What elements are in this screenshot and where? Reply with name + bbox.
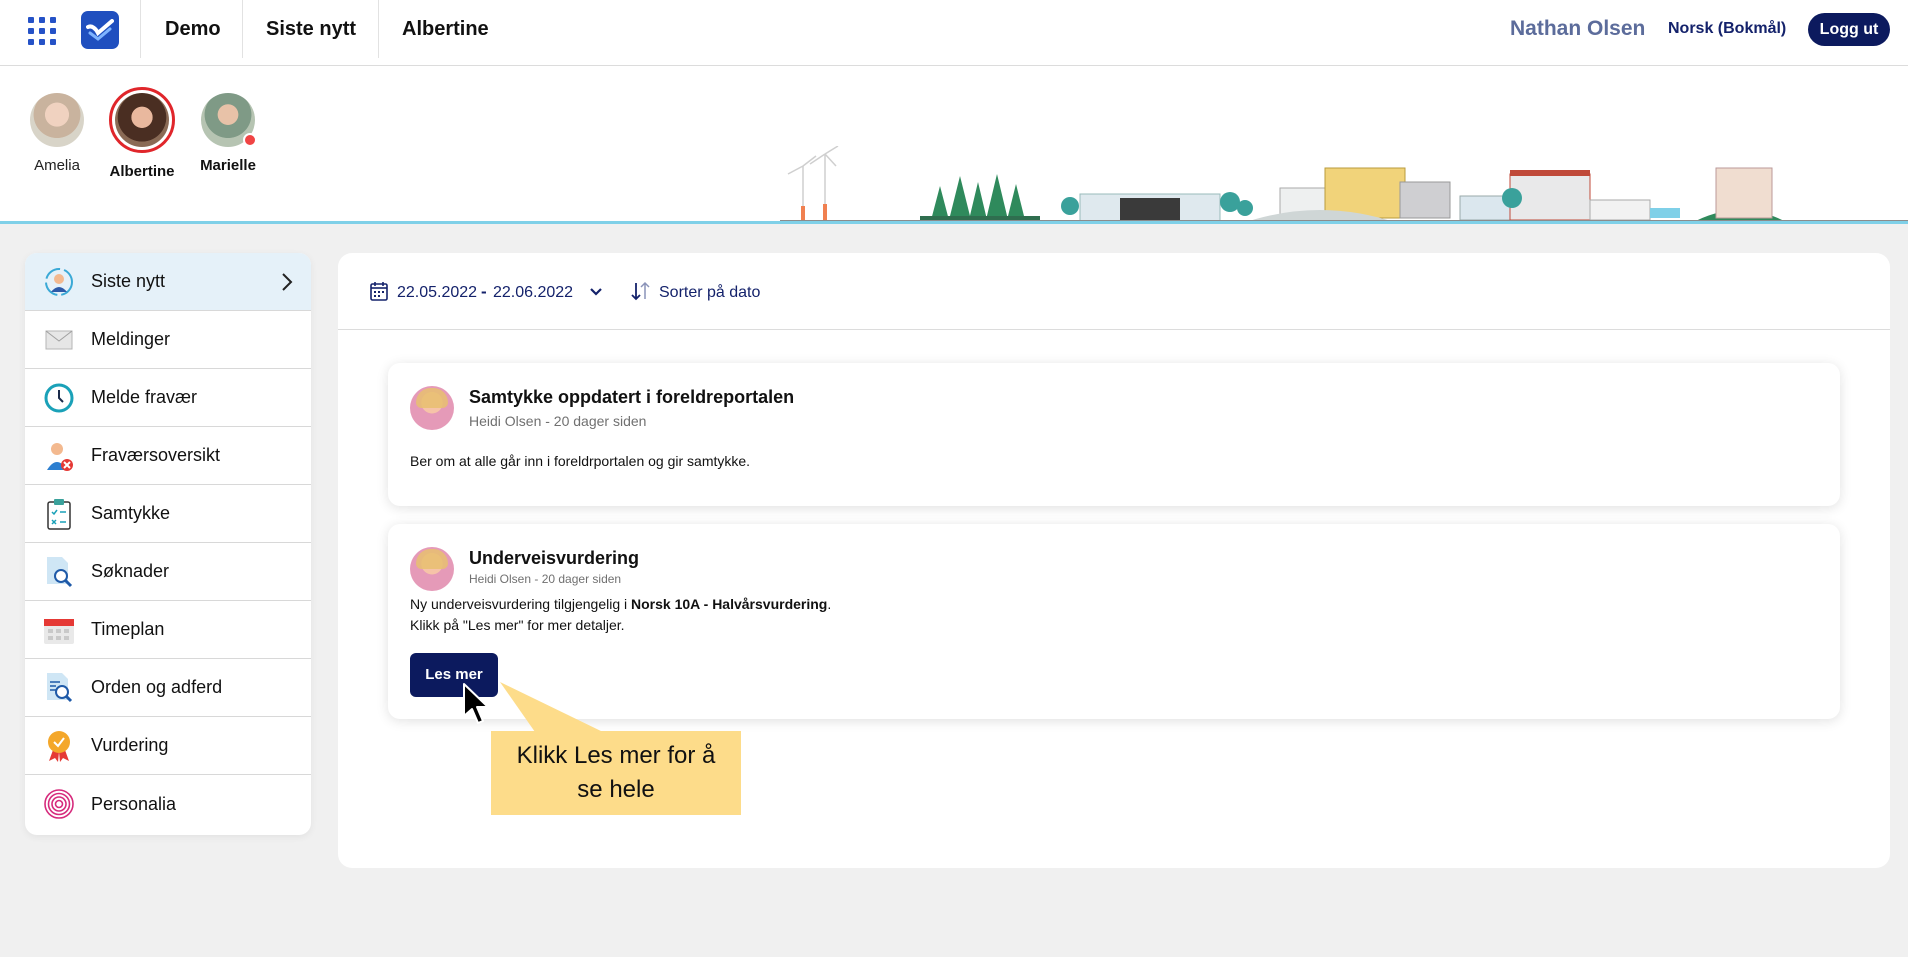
news-card[interactable]: Underveisvurdering Heidi Olsen - 20 dage… [388, 524, 1840, 719]
nav-demo[interactable]: Demo [165, 0, 221, 58]
sidebar-item-meldinger[interactable]: Meldinger [25, 311, 311, 369]
app-logo[interactable] [81, 11, 119, 49]
card-title: Underveisvurdering [469, 548, 640, 568]
town-skyline-illustration [780, 146, 1908, 224]
clipboard-checklist-icon [43, 498, 75, 530]
nav-siste-nytt[interactable]: Siste nytt [266, 0, 356, 58]
sidebar-item-label: Vurdering [91, 735, 169, 755]
card-body: Ny underveisvurdering tilgjengelig i Nor… [410, 594, 831, 636]
avatar-selected [109, 87, 175, 153]
callout-line: Klikk Les mer for å [516, 742, 716, 769]
sort-by-date-button[interactable]: Sorter på dato [659, 284, 760, 302]
child-amelia[interactable]: Amelia [12, 93, 102, 174]
author-avatar [410, 386, 454, 430]
card-meta: Heidi Olsen - 20 dager siden [469, 572, 622, 586]
avatar [201, 93, 257, 147]
document-magnify-icon [43, 672, 75, 704]
user-name[interactable]: Nathan Olsen [1510, 17, 1645, 41]
child-albertine[interactable]: Albertine [97, 87, 187, 180]
filter-bar: 22.05.2022 - 22.06.2022 Sorter på dato [338, 253, 1890, 330]
sidebar-item-label: Melde fravær [91, 387, 198, 407]
waterline [0, 221, 1908, 224]
sidebar-item-label: Timeplan [91, 619, 165, 639]
sidebar-item-label: Personalia [91, 793, 177, 814]
body-text: Ny underveisvurdering tilgjengelig i [410, 596, 632, 612]
language-selector[interactable]: Norsk (Bokmål) [1668, 20, 1786, 38]
document-search-icon [43, 556, 75, 588]
calendar-icon[interactable] [370, 281, 388, 301]
date-from[interactable]: 22.05.2022 [397, 284, 477, 302]
calendar-icon [43, 614, 75, 646]
sidebar-item-label: Orden og adferd [91, 677, 223, 697]
sidebar-item-orden-og-adferd[interactable]: Orden og adferd [25, 659, 311, 717]
notification-dot [243, 133, 257, 147]
fingerprint-icon [43, 788, 75, 820]
body-text: . [827, 596, 832, 612]
chevron-right-icon [282, 273, 293, 291]
apps-grid-icon[interactable] [28, 17, 56, 45]
envelope-icon [43, 324, 75, 356]
callout-line: se hele [577, 776, 655, 803]
sidebar-item-soknader[interactable]: Søknader [25, 543, 311, 601]
sidebar-item-label: Fraværsoversikt [91, 445, 221, 465]
sidebar-item-fravaersoversikt[interactable]: Fraværsoversikt [25, 427, 311, 485]
card-title: Samtykke oppdatert i foreldreportalen [469, 387, 795, 407]
news-card[interactable]: Samtykke oppdatert i foreldreportalen He… [388, 363, 1840, 506]
author-avatar [410, 547, 454, 591]
sidebar-item-vurdering[interactable]: Vurdering [25, 717, 311, 775]
nav-albertine[interactable]: Albertine [402, 0, 489, 58]
children-strip: Amelia Albertine Marielle [0, 66, 1908, 224]
sidebar-item-timeplan[interactable]: Timeplan [25, 601, 311, 659]
sidebar-item-samtykke[interactable]: Samtykke [25, 485, 311, 543]
sidebar-item-personalia[interactable]: Personalia [25, 775, 311, 833]
sidebar-item-siste-nytt[interactable]: Siste nytt [25, 253, 311, 311]
callout-pointer [500, 682, 603, 732]
sidebar-item-label: Meldinger [91, 329, 171, 349]
chevron-down-icon[interactable] [589, 287, 603, 297]
award-badge-icon [43, 730, 75, 762]
child-marielle[interactable]: Marielle [183, 93, 273, 174]
child-name: Marielle [200, 157, 256, 174]
card-meta: Heidi Olsen - 20 dager siden [469, 413, 647, 429]
sidebar-item-label: Samtykke [91, 503, 171, 523]
sidebar-menu: Siste nytt Meldinger Melde fravær Fravær… [25, 253, 311, 835]
avatar [30, 93, 84, 147]
child-name: Albertine [109, 163, 175, 180]
person-absent-icon [43, 440, 75, 472]
date-separator: - [481, 282, 487, 301]
date-to[interactable]: 22.06.2022 [493, 284, 573, 302]
tutorial-callout: Klikk Les mer for å se hele [491, 731, 741, 815]
mouse-cursor-icon [463, 683, 489, 724]
sidebar-item-label: Siste nytt [91, 271, 166, 291]
body-text: Klikk på "Les mer" for mer detaljer. [410, 617, 625, 633]
sidebar-item-melde-fravaer[interactable]: Melde fravær [25, 369, 311, 427]
clock-icon [43, 382, 75, 414]
card-body: Ber om at alle går inn i foreldrportalen… [410, 453, 751, 469]
child-name: Amelia [34, 157, 80, 174]
logout-button[interactable]: Logg ut [1808, 13, 1890, 46]
top-bar: Demo Siste nytt Albertine Nathan Olsen N… [0, 0, 1908, 66]
sidebar-item-label: Søknader [91, 561, 170, 581]
news-person-icon [43, 266, 75, 298]
sort-icon[interactable] [630, 280, 652, 302]
body-subject: Norsk 10A - Halvårsvurdering [631, 596, 828, 612]
